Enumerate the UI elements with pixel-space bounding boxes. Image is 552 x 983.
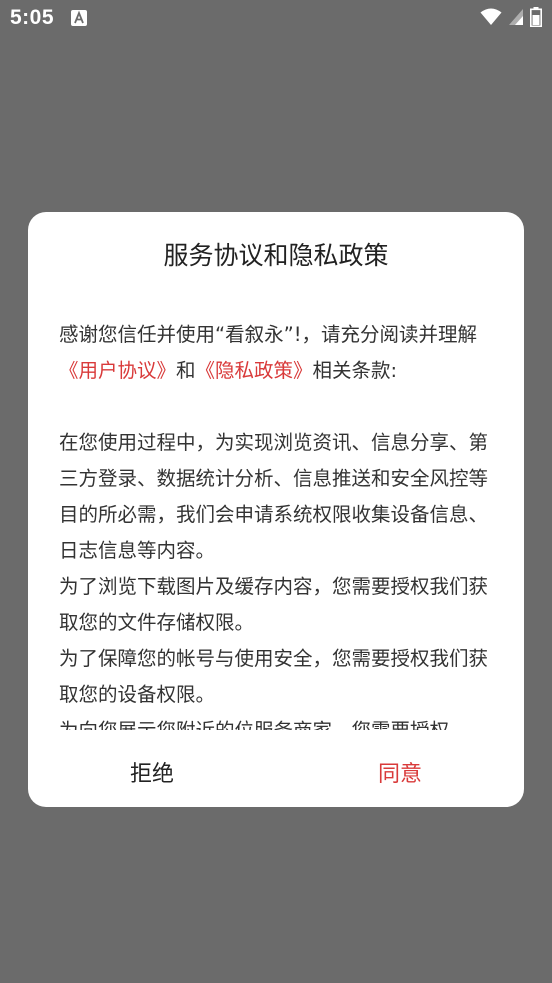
battery-icon (530, 7, 542, 31)
permission-paragraph: 为了保障您的帐号与使用安全，您需要授权我们获取您的设备权限。 (59, 647, 489, 706)
permission-paragraph: 为向您展示您附近的位服务商家，您需要授权 (59, 713, 493, 730)
dialog-title: 服务协议和隐私政策 (163, 241, 389, 270)
status-icons (480, 7, 542, 31)
status-bar: 5:05 (0, 0, 552, 38)
permission-paragraph: 在您使用过程中，为实现浏览资讯、信息分享、第三方登录、数据统计分析、信息推送和安… (59, 431, 489, 562)
status-time: 5:05 (10, 6, 55, 29)
accessibility-a-icon (71, 10, 87, 26)
user-agreement-link[interactable]: 《用户协议》 (59, 359, 176, 382)
agree-button[interactable]: 同意 (276, 742, 524, 807)
dialog-content-scroll[interactable]: 感谢您信任并使用“看叙永”!，请充分阅读并理解《用户协议》和《隐私政策》相关条款… (59, 317, 493, 730)
dialog-buttons: 拒绝 同意 (28, 742, 524, 807)
privacy-policy-link[interactable]: 《隐私政策》 (196, 359, 313, 382)
intro-prefix: 感谢您信任并使用“看叙永”!，请充分阅读并理解 (59, 323, 478, 346)
permission-paragraph: 为了浏览下载图片及缓存内容，您需要授权我们获取您的文件存储权限。 (59, 575, 489, 634)
intro-and: 和 (176, 359, 196, 382)
privacy-dialog: 服务协议和隐私政策 感谢您信任并使用“看叙永”!，请充分阅读并理解《用户协议》和… (28, 212, 524, 807)
wifi-icon (480, 8, 502, 30)
intro-paragraph: 感谢您信任并使用“看叙永”!，请充分阅读并理解《用户协议》和《隐私政策》相关条款… (59, 317, 493, 389)
reject-button[interactable]: 拒绝 (28, 742, 276, 807)
intro-suffix: 相关条款: (312, 359, 398, 382)
cell-signal-icon (508, 8, 524, 30)
